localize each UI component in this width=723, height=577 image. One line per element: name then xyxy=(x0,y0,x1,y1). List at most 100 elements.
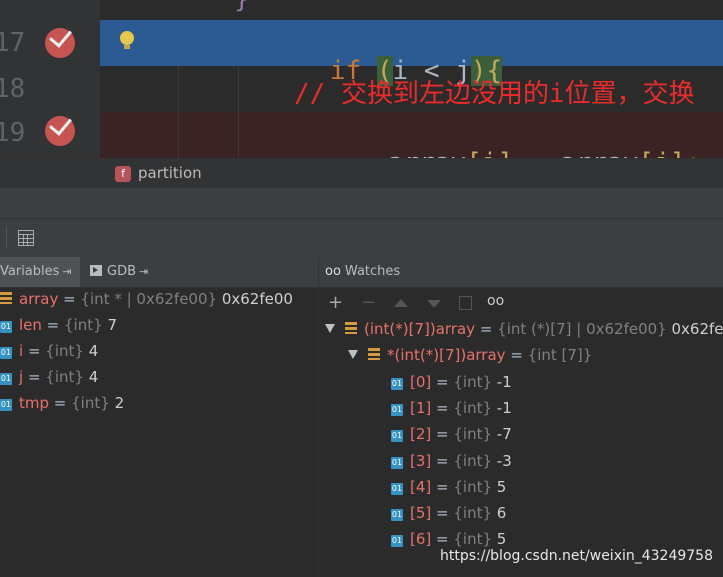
watch-type: {int} xyxy=(453,451,493,470)
expand-arrow-icon[interactable] xyxy=(325,324,335,333)
function-icon: f xyxy=(115,166,131,182)
watch-value: -3 xyxy=(496,451,512,470)
int-icon: 01 xyxy=(391,535,403,548)
gutter-line-16: 16 xyxy=(0,0,100,22)
array-icon xyxy=(0,292,12,304)
variable-row[interactable]: 01 len = {int} 7 xyxy=(0,316,117,342)
code-token: ] xyxy=(498,148,514,158)
variable-name: len xyxy=(19,316,42,334)
breakpoint-icon[interactable] xyxy=(45,112,75,146)
gutter-line-17[interactable]: 17 xyxy=(0,20,100,66)
array-icon xyxy=(368,348,380,361)
tab-label: Variables xyxy=(0,264,60,279)
watch-row[interactable]: 01 [4] = {int} 5 xyxy=(391,478,506,504)
move-up-icon[interactable] xyxy=(394,299,408,307)
editor-gutter[interactable]: 16 17 18 19 xyxy=(0,0,100,158)
toolbar-separator xyxy=(6,227,7,249)
code-line-18[interactable]: // 交换到左边没用的i位置，交换 xyxy=(100,66,723,112)
move-down-icon[interactable] xyxy=(427,300,441,308)
equals-sign: = xyxy=(431,372,454,391)
variable-type: {int} xyxy=(71,394,110,412)
code-editor[interactable]: 16 17 18 19 } if (i < j){ // 交换到左边没用的i位置… xyxy=(0,0,723,158)
watch-value: 5 xyxy=(496,477,507,496)
expand-arrow-icon[interactable] xyxy=(348,350,358,360)
indent-guide xyxy=(238,66,239,112)
code-token: array xyxy=(388,148,466,158)
watches-toolbar: + − oo xyxy=(319,288,723,318)
int-icon: 01 xyxy=(0,373,12,385)
watch-row[interactable]: (int(*)[7])array = {int (*)[7] | 0x62fe0… xyxy=(325,320,723,346)
code-token: ] xyxy=(670,148,686,158)
watch-name: [3] xyxy=(410,451,432,470)
variable-row[interactable]: array = {int * | 0x62fe00} 0x62fe00 xyxy=(0,290,293,316)
tab-variables[interactable]: Variables ⇥ xyxy=(0,257,80,287)
watch-row[interactable]: 01 [5] = {int} 6 xyxy=(391,504,506,530)
breadcrumb[interactable]: f partition xyxy=(0,158,723,189)
variable-value: 0x62fe00 xyxy=(221,290,293,308)
watch-value: -1 xyxy=(496,372,512,391)
tab-watches[interactable]: oo Watches xyxy=(325,257,400,287)
int-icon: 01 xyxy=(391,482,403,495)
watch-row[interactable]: 01 [1] = {int} -1 xyxy=(391,399,512,425)
pin-icon[interactable]: ⇥ xyxy=(62,265,71,278)
remove-watch-icon[interactable]: − xyxy=(361,292,376,313)
int-icon: 01 xyxy=(0,347,12,359)
breadcrumb-function[interactable]: partition xyxy=(138,164,202,182)
variable-row[interactable]: 01 i = {int} 4 xyxy=(0,342,98,368)
duplicate-icon[interactable] xyxy=(459,296,472,310)
int-icon: 01 xyxy=(391,456,403,469)
add-watch-icon[interactable]: + xyxy=(328,292,343,313)
indent-guide xyxy=(238,112,239,158)
watches-pane[interactable]: oo Watches + − oo (int(*)[7])array = {int… xyxy=(319,257,723,577)
code-line-17[interactable]: if (i < j){ xyxy=(100,20,723,86)
code-line-16[interactable]: } xyxy=(100,0,723,14)
variable-row[interactable]: 01 j = {int} 4 xyxy=(0,368,98,394)
watch-name: (int(*)[7])array xyxy=(364,320,476,338)
line-number: 16 xyxy=(0,0,25,6)
code-token: [ xyxy=(638,148,654,158)
code-text: } xyxy=(234,0,250,14)
debug-panel-header xyxy=(0,188,723,218)
variable-value: 7 xyxy=(107,316,117,334)
code-token: ; xyxy=(685,148,701,158)
table-icon[interactable] xyxy=(18,230,34,246)
equals-sign: = xyxy=(58,290,81,308)
equals-sign: = xyxy=(431,451,454,470)
code-line-19[interactable]: array[i] = array[j]; xyxy=(100,112,723,158)
variables-pane[interactable]: Variables ⇥ GDB ⇥ array = {int * | 0x62fe0… xyxy=(0,257,319,577)
indent-guide xyxy=(178,20,179,66)
watch-value: 6 xyxy=(496,504,507,523)
pin-icon[interactable]: ⇥ xyxy=(139,265,148,278)
console-icon xyxy=(90,265,102,276)
watch-row[interactable]: 01 [0] = {int} -1 xyxy=(391,373,512,399)
equals-sign: = xyxy=(49,394,72,412)
variable-value: 4 xyxy=(88,368,99,386)
tab-label: Watches xyxy=(344,264,401,279)
glasses-icon: oo xyxy=(325,264,341,279)
watch-name: [5] xyxy=(410,504,432,523)
watch-row[interactable]: 01 [3] = {int} -3 xyxy=(391,452,512,478)
glasses-icon[interactable]: oo xyxy=(487,293,504,309)
watch-name: [2] xyxy=(410,425,432,444)
watch-value: 0x62fe00 xyxy=(671,320,723,338)
gutter-line-19[interactable]: 19 xyxy=(0,110,100,156)
watch-row[interactable]: *(int(*)[7])array = {int [7]} xyxy=(348,346,592,372)
watch-row[interactable]: 01 [2] = {int} -7 xyxy=(391,425,512,451)
int-icon: 01 xyxy=(391,403,403,416)
watch-value: -7 xyxy=(496,425,512,444)
check-icon xyxy=(49,24,72,48)
gutter-line-18: 18 xyxy=(0,66,100,112)
watch-value: -1 xyxy=(496,398,512,417)
tab-label: GDB xyxy=(107,264,137,279)
variable-name: tmp xyxy=(19,394,50,412)
lightbulb-icon[interactable] xyxy=(120,31,134,49)
tab-gdb[interactable]: GDB ⇥ xyxy=(84,257,166,287)
debug-tabs: Variables ⇥ GDB ⇥ xyxy=(0,257,318,288)
equals-sign: = xyxy=(41,316,65,334)
int-icon: 01 xyxy=(0,321,12,333)
debug-toolbar xyxy=(0,218,723,258)
variable-row[interactable]: 01 tmp = {int} 2 xyxy=(0,394,124,420)
watch-type: {int} xyxy=(453,530,493,549)
watch-value: 5 xyxy=(496,530,507,549)
breakpoint-icon[interactable] xyxy=(45,24,75,58)
